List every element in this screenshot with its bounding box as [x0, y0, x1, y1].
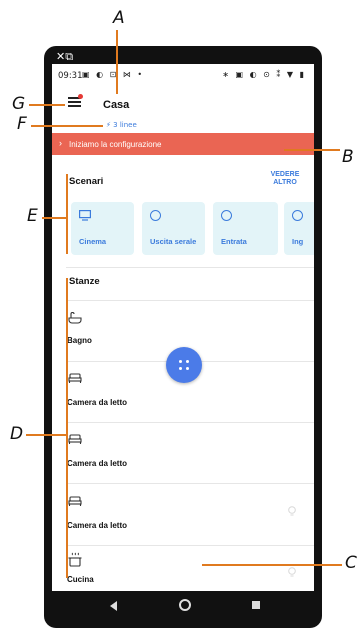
callout-line-g	[29, 104, 65, 106]
light-bulb-icon[interactable]	[288, 567, 296, 581]
recent-apps-icon[interactable]	[252, 601, 260, 609]
bed-icon	[68, 496, 82, 510]
row-divider	[66, 483, 314, 484]
android-nav-bar	[52, 591, 314, 621]
room-label: Camera da letto	[67, 521, 128, 530]
window-controls: ✕⧉	[56, 50, 74, 63]
callout-line-e	[42, 217, 68, 219]
notification-icons: ▣ ◐ ⊡ ⋈ •	[82, 70, 145, 79]
status-bar: 09:31 ▣ ◐ ⊡ ⋈ • ∗ ▣ ◐ ⊙ ⁑ ▼ ▮	[52, 64, 314, 84]
callout-a: A	[113, 8, 125, 28]
room-label: Camera da letto	[67, 459, 128, 468]
scenario-label: Cinema	[79, 237, 107, 246]
play-circle-icon	[150, 210, 162, 222]
cooking-pot-icon	[68, 552, 82, 571]
home-icon[interactable]	[179, 599, 191, 611]
scenario-card-ingresso[interactable]: Ing	[284, 202, 314, 255]
row-divider	[66, 545, 314, 546]
status-time: 09:31	[58, 71, 83, 81]
callout-line-c	[202, 564, 342, 566]
lines-link[interactable]: ⚡ 3 linee	[106, 121, 137, 129]
room-label: Cucina	[67, 575, 94, 584]
menu-icon[interactable]	[68, 94, 83, 107]
play-circle-icon	[292, 210, 304, 222]
scenario-label: Entrata	[221, 237, 247, 246]
setup-banner[interactable]: › Iniziamo la configurazione	[52, 133, 314, 155]
chevron-right-icon: ›	[59, 138, 62, 148]
bed-icon	[68, 373, 82, 387]
scenarios-title: Scenari	[69, 176, 104, 187]
see-more-button[interactable]: VEDERE ALTRO	[268, 171, 302, 187]
callout-c: C	[345, 553, 357, 573]
scenario-label: Ing	[292, 237, 304, 246]
callout-line-d	[26, 434, 68, 436]
room-label: Bagno	[67, 336, 92, 345]
callout-d: D	[10, 424, 24, 444]
callout-g: G	[12, 94, 26, 114]
scenario-card-entrata[interactable]: Entrata	[213, 202, 278, 255]
home-title: Casa	[103, 99, 130, 111]
play-circle-icon	[221, 210, 233, 222]
callout-line-a	[116, 30, 118, 94]
notification-dot-icon	[78, 94, 83, 99]
section-divider	[66, 267, 314, 268]
setup-banner-text: Iniziamo la configurazione	[69, 140, 162, 149]
callout-bracket-e	[66, 174, 68, 254]
callout-line-f	[31, 125, 103, 127]
add-fab-button[interactable]	[166, 347, 202, 383]
callout-b: B	[342, 147, 354, 167]
callout-line-b	[284, 149, 340, 151]
bed-icon	[68, 434, 82, 448]
system-icons: ∗ ▣ ◐ ⊙ ⁑ ▼ ▮	[222, 70, 306, 79]
scenario-card-uscita-serale[interactable]: Uscita serale	[142, 202, 205, 255]
scenario-label: Uscita serale	[150, 237, 197, 246]
tv-icon	[79, 210, 92, 222]
light-bulb-icon[interactable]	[288, 506, 296, 520]
row-divider	[66, 422, 314, 423]
room-label: Camera da letto	[67, 398, 128, 407]
bathtub-icon	[68, 312, 82, 328]
rooms-title: Stanze	[69, 276, 100, 287]
back-icon[interactable]	[110, 601, 117, 611]
callout-e: E	[27, 206, 38, 226]
app-screen: 09:31 ▣ ◐ ⊡ ⋈ • ∗ ▣ ◐ ⊙ ⁑ ▼ ▮ Casa ⚡ 3 l…	[52, 64, 314, 591]
callout-f: F	[17, 114, 27, 134]
scenario-card-cinema[interactable]: Cinema	[71, 202, 134, 255]
callout-bracket-d	[66, 278, 68, 578]
row-divider	[66, 300, 314, 301]
